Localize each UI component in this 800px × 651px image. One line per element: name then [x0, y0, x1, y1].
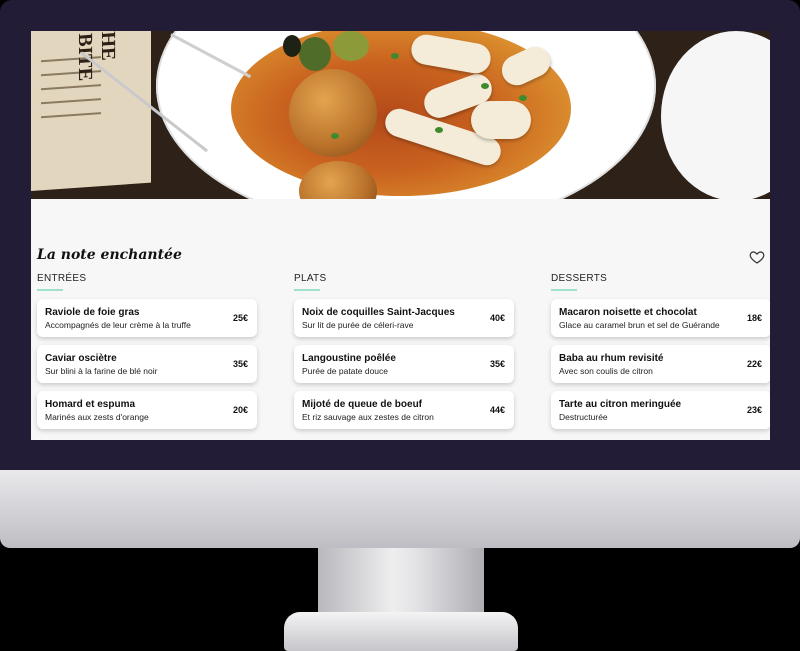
dish-description: Destructurée: [559, 412, 608, 422]
dish-description: Sur lit de purée de céleri-rave: [302, 320, 414, 330]
dish-name: Macaron noisette et chocolat: [559, 307, 697, 318]
squid-piece: [471, 101, 531, 139]
section-entrees: ENTRÉES Raviole de foie gras Accompagnés…: [37, 273, 259, 429]
section-title: DESSERTS: [551, 273, 608, 284]
section-underline: [294, 289, 320, 291]
dish-name: Raviole de foie gras: [45, 307, 140, 318]
dish-name: Noix de coquilles Saint-Jacques: [302, 307, 455, 318]
dish-name: Caviar osciètre: [45, 353, 117, 364]
section-underline: [37, 289, 63, 291]
section-underline: [551, 289, 577, 291]
dish-price: 35€: [232, 359, 248, 369]
dish-price: 25€: [232, 313, 248, 323]
dish-name: Tarte au citron meringuée: [559, 399, 682, 410]
dish-description: Purée de patate douce: [302, 366, 389, 376]
hero-food-photo: HE BITE: [31, 31, 770, 199]
dish-description: Avec son coulis de citron: [559, 366, 653, 376]
screen: HE BITE La note enchantée ENTRÉES Raviol…: [31, 31, 770, 440]
dish-description: Et riz sauvage aux zestes de citron: [302, 412, 434, 422]
menu-item-card[interactable]: Raviole de foie gras Accompagnés de leur…: [37, 299, 257, 337]
dish-price: 23€: [746, 405, 762, 415]
page-title: La note enchantée: [37, 247, 182, 263]
dish-price: 18€: [746, 313, 762, 323]
dish-description: Marinés aux zests d'orange: [45, 412, 149, 422]
dish-name: Baba au rhum revisité: [559, 353, 664, 364]
menu-item-card[interactable]: Homard et espuma Marinés aux zests d'ora…: [37, 391, 257, 429]
dish-description: Sur blini à la farine de blé noir: [45, 366, 158, 376]
dish-price: 20€: [232, 405, 248, 415]
menu-card-photo: HE BITE: [31, 31, 151, 192]
menu-item-card[interactable]: Baba au rhum revisité Avec son coulis de…: [551, 345, 770, 383]
olive: [283, 35, 301, 57]
menu-item-card[interactable]: Tarte au citron meringuée Destructurée 2…: [551, 391, 770, 429]
heart-icon[interactable]: [749, 249, 765, 265]
olive: [333, 31, 369, 61]
menu-item-card[interactable]: Noix de coquilles Saint-Jacques Sur lit …: [294, 299, 514, 337]
croquette: [289, 69, 377, 157]
menu-item-card[interactable]: Langoustine poêlée Purée de patate douce…: [294, 345, 514, 383]
dish-price: 40€: [489, 313, 505, 323]
olive: [299, 37, 331, 71]
dish-description: Glace au caramel brun et sel de Guérande: [559, 320, 720, 330]
side-plate: [661, 31, 770, 199]
section-plats: PLATS Noix de coquilles Saint-Jacques Su…: [294, 273, 516, 429]
dish-price: 22€: [746, 359, 762, 369]
section-title: PLATS: [294, 273, 327, 284]
menu-item-card[interactable]: Caviar osciètre Sur blini à la farine de…: [37, 345, 257, 383]
dish-name: Langoustine poêlée: [302, 353, 396, 364]
monitor-stand-foot: [284, 612, 518, 651]
monitor-stand-neck: [318, 548, 484, 618]
dish-name: Mijoté de queue de boeuf: [302, 399, 423, 410]
menu-item-card[interactable]: Mijoté de queue de boeuf Et riz sauvage …: [294, 391, 514, 429]
section-desserts: DESSERTS Macaron noisette et chocolat Gl…: [551, 273, 770, 429]
section-title: ENTRÉES: [37, 273, 87, 284]
dish-price: 44€: [489, 405, 505, 415]
dish-description: Accompagnés de leur crème à la truffe: [45, 320, 191, 330]
menu-item-card[interactable]: Macaron noisette et chocolat Glace au ca…: [551, 299, 770, 337]
dish-name: Homard et espuma: [45, 399, 136, 410]
monitor-chin: [0, 470, 800, 548]
dish-price: 35€: [489, 359, 505, 369]
